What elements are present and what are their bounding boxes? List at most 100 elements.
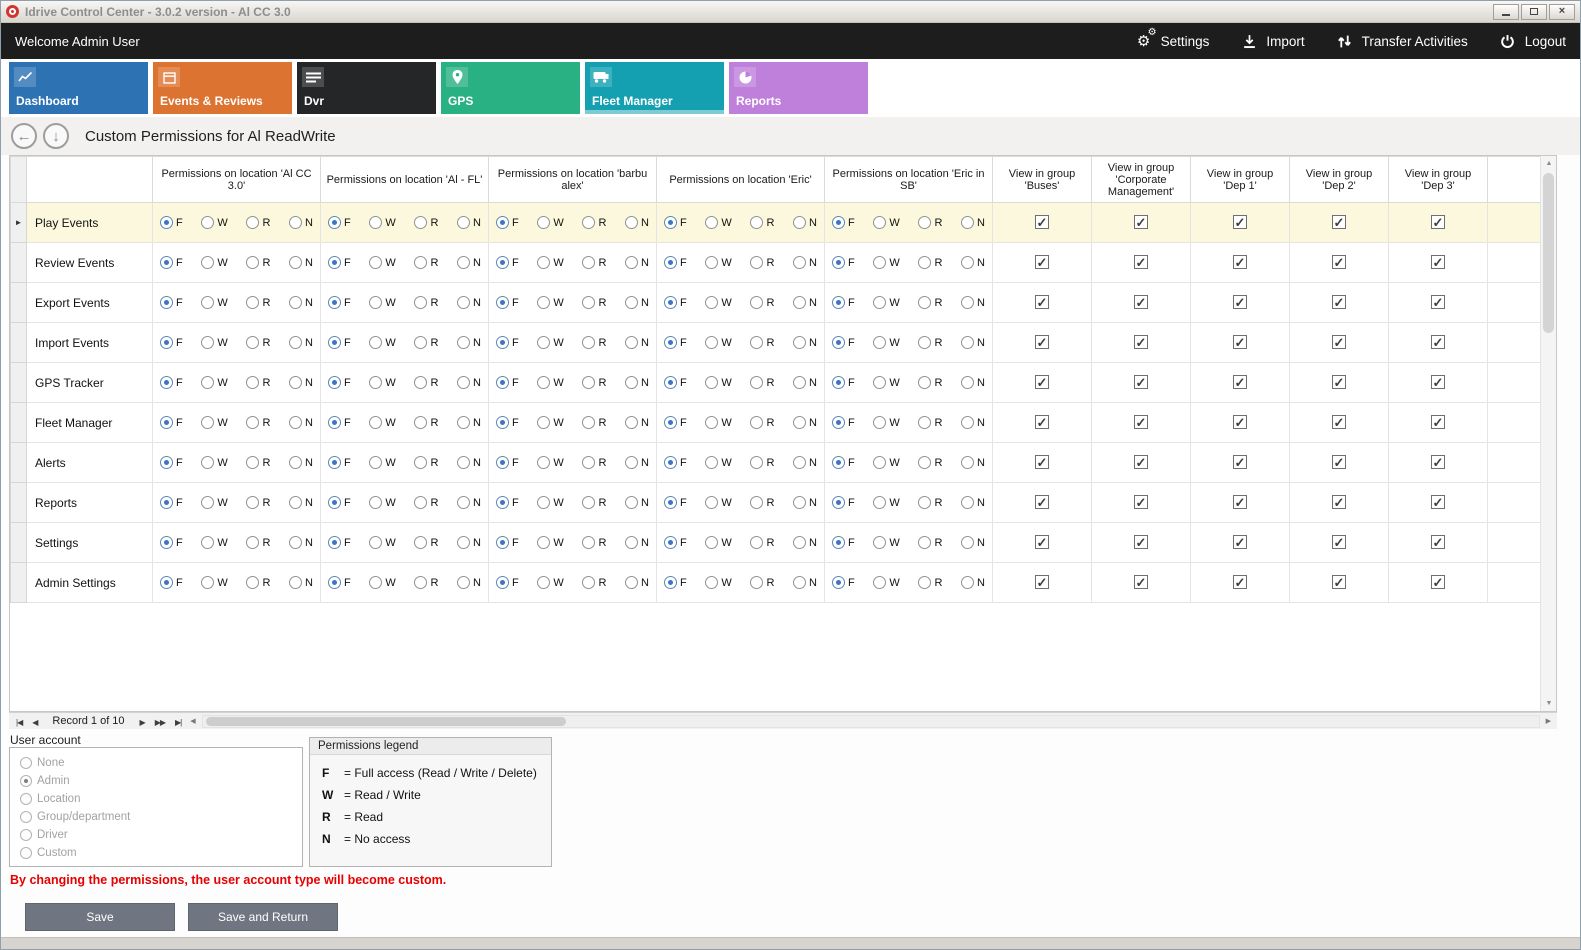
permission-radio-n[interactable]: N bbox=[961, 576, 985, 589]
group-column-header[interactable]: View in group 'Dep 3' bbox=[1389, 157, 1488, 203]
permission-radio-f[interactable]: F bbox=[328, 256, 351, 269]
permission-radio-r[interactable]: R bbox=[918, 216, 942, 229]
permission-radio-f[interactable]: F bbox=[328, 536, 351, 549]
permission-radio-r[interactable]: R bbox=[582, 336, 606, 349]
permission-radio-f[interactable]: F bbox=[832, 336, 855, 349]
permission-radio-r[interactable]: R bbox=[750, 536, 774, 549]
permission-radio-w[interactable]: W bbox=[537, 536, 563, 549]
grid-row[interactable]: Export EventsFWRNFWRNFWRNFWRNFWRN✓✓✓✓✓ bbox=[11, 283, 1541, 323]
permission-radio-w[interactable]: W bbox=[705, 336, 731, 349]
record-previous-button[interactable]: ◀ bbox=[27, 718, 42, 727]
permission-radio-n[interactable]: N bbox=[961, 296, 985, 309]
permission-radio-r[interactable]: R bbox=[246, 536, 270, 549]
permission-radio-w[interactable]: W bbox=[369, 336, 395, 349]
group-view-checkbox[interactable]: ✓ bbox=[1233, 335, 1247, 349]
permission-radio-f[interactable]: F bbox=[496, 296, 519, 309]
permission-radio-n[interactable]: N bbox=[457, 536, 481, 549]
group-view-checkbox[interactable]: ✓ bbox=[1233, 575, 1247, 589]
group-view-checkbox[interactable]: ✓ bbox=[1332, 535, 1346, 549]
permission-radio-w[interactable]: W bbox=[369, 456, 395, 469]
permission-radio-f[interactable]: F bbox=[160, 256, 183, 269]
logout-button[interactable]: Logout bbox=[1498, 32, 1566, 50]
grid-row[interactable]: AlertsFWRNFWRNFWRNFWRNFWRN✓✓✓✓✓ bbox=[11, 443, 1541, 483]
group-view-checkbox[interactable]: ✓ bbox=[1035, 215, 1049, 229]
permission-radio-n[interactable]: N bbox=[625, 336, 649, 349]
group-view-checkbox[interactable]: ✓ bbox=[1134, 215, 1148, 229]
permission-radio-n[interactable]: N bbox=[457, 336, 481, 349]
group-view-checkbox[interactable]: ✓ bbox=[1332, 215, 1346, 229]
group-view-checkbox[interactable]: ✓ bbox=[1431, 335, 1445, 349]
permission-radio-w[interactable]: W bbox=[537, 496, 563, 509]
permission-radio-r[interactable]: R bbox=[414, 456, 438, 469]
permission-radio-w[interactable]: W bbox=[537, 256, 563, 269]
permission-radio-w[interactable]: W bbox=[537, 456, 563, 469]
permission-radio-n[interactable]: N bbox=[289, 256, 313, 269]
permission-radio-f[interactable]: F bbox=[496, 576, 519, 589]
permission-radio-w[interactable]: W bbox=[705, 496, 731, 509]
permission-radio-w[interactable]: W bbox=[873, 536, 899, 549]
permission-radio-f[interactable]: F bbox=[160, 376, 183, 389]
save-button[interactable]: Save bbox=[25, 903, 175, 931]
permission-radio-f[interactable]: F bbox=[664, 256, 687, 269]
permission-radio-w[interactable]: W bbox=[873, 416, 899, 429]
permission-radio-w[interactable]: W bbox=[369, 256, 395, 269]
permission-radio-r[interactable]: R bbox=[918, 416, 942, 429]
permission-radio-w[interactable]: W bbox=[201, 456, 227, 469]
record-last-button[interactable]: ▶| bbox=[170, 718, 186, 727]
user-account-option-driver[interactable]: Driver bbox=[20, 826, 292, 844]
permission-radio-r[interactable]: R bbox=[918, 256, 942, 269]
permission-radio-r[interactable]: R bbox=[750, 256, 774, 269]
permission-radio-r[interactable]: R bbox=[750, 496, 774, 509]
permission-radio-n[interactable]: N bbox=[625, 296, 649, 309]
permission-radio-f[interactable]: F bbox=[160, 536, 183, 549]
group-view-checkbox[interactable]: ✓ bbox=[1134, 255, 1148, 269]
permission-radio-f[interactable]: F bbox=[160, 416, 183, 429]
tab-events-reviews[interactable]: Events & Reviews bbox=[153, 62, 292, 114]
location-column-header[interactable]: Permissions on location 'Eric in SB' bbox=[825, 157, 993, 203]
permission-radio-r[interactable]: R bbox=[582, 296, 606, 309]
permission-radio-w[interactable]: W bbox=[873, 336, 899, 349]
permission-radio-f[interactable]: F bbox=[664, 576, 687, 589]
permission-radio-r[interactable]: R bbox=[246, 296, 270, 309]
permission-radio-f[interactable]: F bbox=[664, 536, 687, 549]
permission-radio-n[interactable]: N bbox=[289, 496, 313, 509]
close-button[interactable]: × bbox=[1549, 4, 1575, 20]
horizontal-scrollbar[interactable] bbox=[202, 715, 1540, 728]
permission-radio-f[interactable]: F bbox=[496, 256, 519, 269]
permission-radio-w[interactable]: W bbox=[201, 296, 227, 309]
horizontal-scroll-thumb[interactable] bbox=[206, 717, 566, 726]
permission-radio-f[interactable]: F bbox=[328, 416, 351, 429]
permission-radio-f[interactable]: F bbox=[664, 376, 687, 389]
permission-radio-n[interactable]: N bbox=[793, 416, 817, 429]
permission-radio-n[interactable]: N bbox=[793, 456, 817, 469]
record-next-button[interactable]: ▶ bbox=[135, 718, 150, 727]
permission-radio-n[interactable]: N bbox=[625, 456, 649, 469]
group-view-checkbox[interactable]: ✓ bbox=[1233, 215, 1247, 229]
scroll-left-icon[interactable]: ◀ bbox=[186, 717, 199, 725]
permission-radio-f[interactable]: F bbox=[832, 536, 855, 549]
permission-radio-n[interactable]: N bbox=[457, 456, 481, 469]
permission-radio-n[interactable]: N bbox=[457, 296, 481, 309]
grid-row[interactable]: SettingsFWRNFWRNFWRNFWRNFWRN✓✓✓✓✓ bbox=[11, 523, 1541, 563]
permission-radio-w[interactable]: W bbox=[705, 376, 731, 389]
save-and-return-button[interactable]: Save and Return bbox=[188, 903, 338, 931]
grid-row[interactable]: ►Play EventsFWRNFWRNFWRNFWRNFWRN✓✓✓✓✓ bbox=[11, 203, 1541, 243]
group-view-checkbox[interactable]: ✓ bbox=[1431, 255, 1445, 269]
permission-radio-r[interactable]: R bbox=[246, 496, 270, 509]
permission-radio-r[interactable]: R bbox=[582, 536, 606, 549]
permission-radio-w[interactable]: W bbox=[705, 256, 731, 269]
group-view-checkbox[interactable]: ✓ bbox=[1035, 375, 1049, 389]
permission-radio-w[interactable]: W bbox=[537, 376, 563, 389]
group-view-checkbox[interactable]: ✓ bbox=[1233, 535, 1247, 549]
permission-radio-w[interactable]: W bbox=[201, 336, 227, 349]
group-view-checkbox[interactable]: ✓ bbox=[1332, 495, 1346, 509]
permission-radio-n[interactable]: N bbox=[457, 416, 481, 429]
permission-radio-n[interactable]: N bbox=[289, 336, 313, 349]
location-column-header[interactable]: Permissions on location 'Al - FL' bbox=[321, 157, 489, 203]
permission-radio-r[interactable]: R bbox=[582, 256, 606, 269]
permission-radio-n[interactable]: N bbox=[961, 336, 985, 349]
permission-radio-f[interactable]: F bbox=[496, 336, 519, 349]
permission-radio-f[interactable]: F bbox=[160, 296, 183, 309]
permission-radio-f[interactable]: F bbox=[328, 216, 351, 229]
permission-radio-r[interactable]: R bbox=[750, 376, 774, 389]
